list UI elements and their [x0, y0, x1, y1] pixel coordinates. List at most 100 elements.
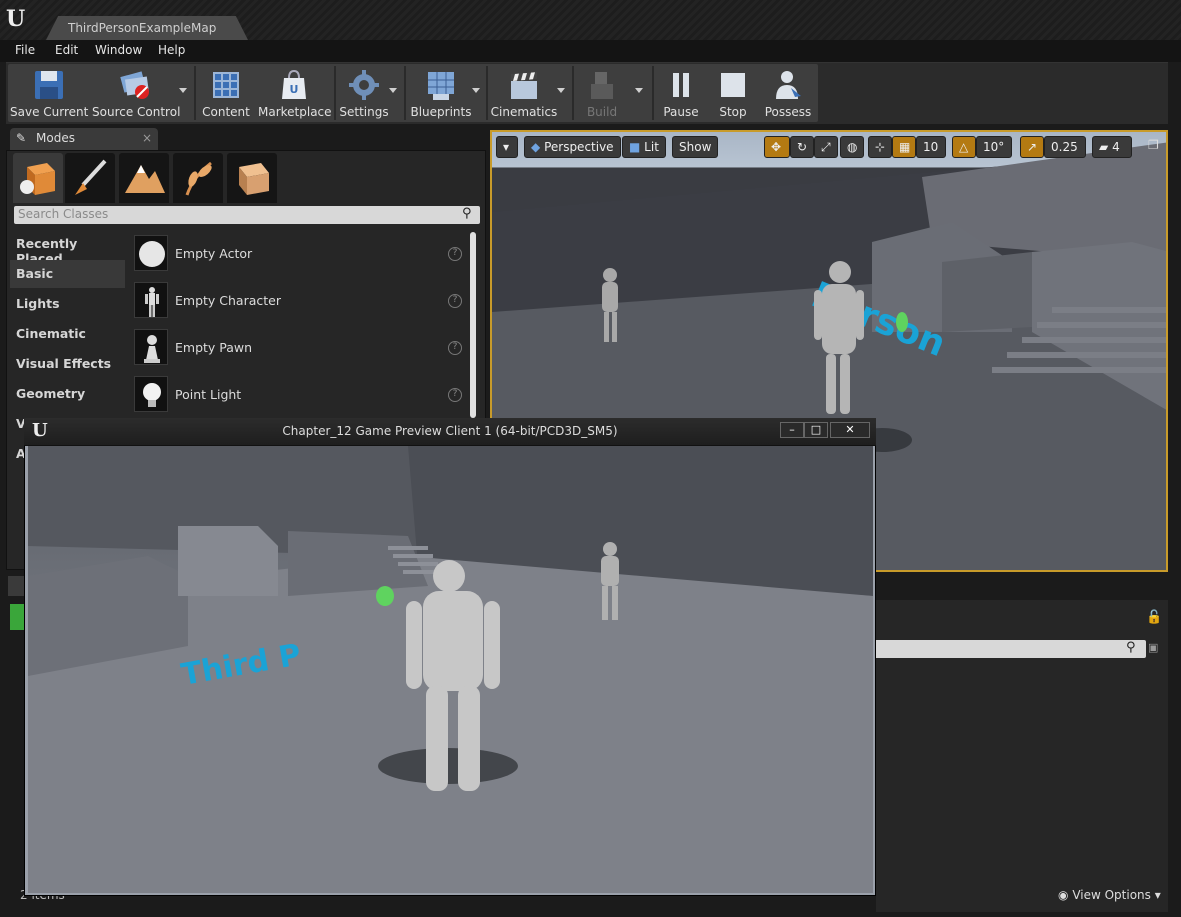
surface-snap-button[interactable]: ⊹: [868, 136, 892, 158]
show-button[interactable]: Show: [672, 136, 719, 158]
menu-help[interactable]: Help: [158, 43, 185, 57]
minimize-button[interactable]: –: [780, 422, 804, 438]
camera-speed-button[interactable]: ▰ 4: [1092, 136, 1132, 158]
list-item[interactable]: Empty Character ?: [128, 277, 468, 323]
menu-file[interactable]: File: [15, 43, 35, 57]
add-new-button[interactable]: [10, 604, 24, 630]
help-icon[interactable]: ?: [448, 341, 462, 355]
viewport-options-button[interactable]: ▾: [496, 136, 518, 158]
blueprints-button[interactable]: Blueprints: [408, 64, 474, 122]
content-button[interactable]: Content: [198, 64, 254, 122]
globe-icon: ◍: [847, 140, 858, 154]
modes-tab[interactable]: ✎ Modes ×: [10, 128, 158, 150]
close-icon: ✕: [845, 423, 855, 436]
maximize-viewport-icon[interactable]: ❐: [1148, 138, 1159, 152]
category-recently-placed[interactable]: Recently Placed: [10, 230, 125, 266]
modes-tab-label: Modes: [36, 131, 75, 145]
possess-person-icon: [776, 71, 801, 99]
build-dropdown-icon[interactable]: [635, 88, 643, 93]
paint-mode-tab[interactable]: [65, 153, 115, 203]
item-label: Point Light: [175, 387, 242, 402]
grid-snap-toggle[interactable]: ▦: [892, 136, 916, 158]
pause-button[interactable]: Pause: [656, 64, 706, 122]
search-icon[interactable]: ⚲: [1126, 640, 1136, 655]
preview-title-bar[interactable]: U Chapter_12 Game Preview Client 1 (64-b…: [24, 418, 876, 446]
placeable-item-list: Empty Actor ? Empty Character ? Empty Pa…: [128, 230, 468, 418]
save-current-button[interactable]: Save Current: [10, 64, 88, 122]
category-basic[interactable]: Basic: [10, 260, 125, 288]
category-visual-effects[interactable]: Visual Effects: [10, 350, 125, 378]
category-lights[interactable]: Lights: [10, 290, 125, 318]
item-label: Empty Character: [175, 293, 281, 308]
translate-icon: ✥: [771, 140, 782, 154]
grid-snap-value[interactable]: 10: [916, 136, 946, 158]
landscape-mode-tab[interactable]: [119, 153, 169, 203]
scale-tool-button[interactable]: ⤢: [814, 136, 838, 158]
help-icon[interactable]: ?: [448, 247, 462, 261]
stop-icon: [721, 73, 745, 97]
help-icon[interactable]: ?: [448, 388, 462, 402]
marketplace-button[interactable]: U Marketplace: [258, 64, 332, 122]
surface-snap-icon: ⊹: [875, 140, 886, 154]
category-cinematic[interactable]: Cinematic: [10, 320, 125, 348]
cinematics-dropdown-icon[interactable]: [557, 88, 565, 93]
menu-window[interactable]: Window: [95, 43, 142, 57]
maximize-button[interactable]: □: [804, 422, 828, 438]
perspective-cube-icon: ◆: [531, 140, 541, 154]
possess-button[interactable]: Possess: [760, 64, 816, 122]
rotate-icon: ↻: [797, 140, 808, 154]
source-control-dropdown-icon[interactable]: [179, 88, 187, 93]
chevron-down-icon: ▾: [1154, 888, 1161, 902]
clapperboard-icon: [511, 72, 537, 99]
pawn-icon: [134, 329, 168, 365]
category-geometry[interactable]: Geometry: [10, 380, 125, 408]
menu-bar: File Edit Window Help: [0, 40, 1181, 62]
foliage-mode-tab[interactable]: [173, 153, 223, 203]
source-control-button[interactable]: Source Control: [92, 64, 180, 122]
mannequin-icon: [134, 282, 168, 318]
modes-icon: ✎: [16, 131, 27, 145]
geometry-mode-tab[interactable]: [227, 153, 277, 203]
rotation-snap-toggle[interactable]: △: [952, 136, 976, 158]
marketplace-bag-icon: U: [282, 69, 306, 99]
list-item[interactable]: Empty Pawn ?: [128, 324, 468, 370]
search-classes-input[interactable]: Search Classes: [14, 206, 480, 224]
list-scrollbar[interactable]: [470, 232, 476, 418]
preview-scene: Third P: [28, 446, 873, 893]
menu-edit[interactable]: Edit: [55, 43, 78, 57]
perspective-button[interactable]: ◆ Perspective: [524, 136, 621, 158]
place-mode-tab[interactable]: [13, 153, 63, 203]
settings-dropdown-icon[interactable]: [389, 88, 397, 93]
scale-snap-icon: ↗: [1027, 140, 1038, 154]
rotate-tool-button[interactable]: ↻: [790, 136, 814, 158]
lit-button[interactable]: ■ Lit: [622, 136, 666, 158]
scale-snap-toggle[interactable]: ↗: [1020, 136, 1044, 158]
translate-tool-button[interactable]: ✥: [764, 136, 790, 158]
close-button[interactable]: ✕: [830, 422, 870, 438]
build-blocks-icon: [591, 72, 613, 99]
map-tab[interactable]: ThirdPersonExampleMap: [46, 16, 248, 40]
rotation-snap-value[interactable]: 10°: [976, 136, 1012, 158]
world-local-button[interactable]: ◍: [840, 136, 864, 158]
lock-icon[interactable]: 🔓: [1146, 610, 1162, 625]
content-search-input[interactable]: [876, 640, 1146, 658]
lightbulb-icon: [134, 376, 168, 412]
camera-speed-label: 4: [1112, 140, 1120, 154]
foliage-leaf-icon: [185, 161, 212, 196]
game-preview-viewport[interactable]: Third P: [28, 446, 873, 893]
blueprints-dropdown-icon[interactable]: [472, 88, 480, 93]
settings-button[interactable]: Settings: [338, 64, 390, 122]
list-item[interactable]: Point Light ?: [128, 371, 468, 417]
save-search-icon[interactable]: ▣: [1148, 641, 1158, 654]
help-icon[interactable]: ?: [448, 294, 462, 308]
scale-icon: ⤢: [821, 140, 831, 154]
search-icon[interactable]: ⚲: [462, 206, 472, 221]
view-options-button[interactable]: ◉ View Options ▾: [1058, 888, 1161, 902]
stop-button[interactable]: Stop: [708, 64, 758, 122]
cinematics-button[interactable]: Cinematics: [490, 64, 558, 122]
scale-snap-value[interactable]: 0.25: [1044, 136, 1086, 158]
close-icon[interactable]: ×: [142, 131, 152, 145]
list-item[interactable]: Empty Actor ?: [128, 230, 468, 276]
build-button[interactable]: Build: [576, 64, 628, 122]
paintbrush-icon: [75, 159, 107, 195]
